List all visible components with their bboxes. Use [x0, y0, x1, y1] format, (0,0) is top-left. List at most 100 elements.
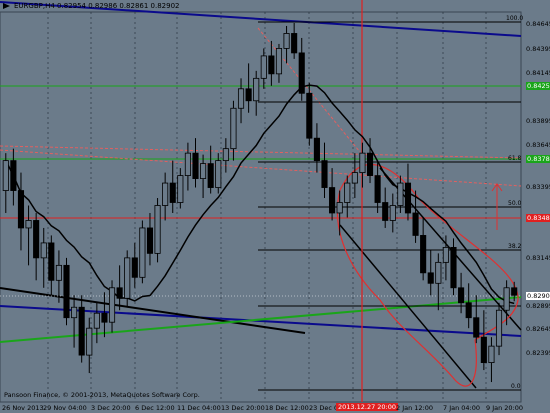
candle-body	[336, 202, 343, 214]
candle-body	[382, 202, 389, 221]
candle-body	[374, 175, 381, 203]
candle-body	[458, 287, 465, 304]
candle-body	[78, 306, 85, 356]
candle-body	[2, 160, 9, 191]
candle-body	[124, 257, 131, 299]
candle-body	[495, 309, 503, 347]
candle-body	[169, 182, 176, 203]
price-tag-green-lower: 0.83788	[526, 155, 550, 163]
candle-body	[93, 312, 100, 329]
time-tick: 2 Jan 12:00	[396, 404, 434, 412]
fibo-label-61-8: 61.8	[508, 155, 522, 162]
candle-body	[33, 220, 40, 259]
time-tick: 11 Dec 04:00	[177, 404, 221, 412]
candle-body	[450, 246, 457, 289]
time-tick: 6 Dec 12:00	[135, 404, 175, 412]
candle-body	[275, 48, 283, 75]
copyright-notice: Pansoon Finance, © 2001-2013, MetaQuotes…	[4, 391, 200, 399]
candle-body	[298, 52, 305, 94]
candle-body	[177, 175, 184, 203]
candle-body	[237, 88, 245, 109]
fibo-label-0: 0.0	[511, 383, 521, 390]
candle-body	[86, 327, 93, 356]
candle-body	[404, 182, 412, 214]
price-tick: 0.82895	[526, 302, 550, 310]
candle-body	[389, 205, 396, 221]
time-tick: 29 Nov 04:00	[43, 404, 87, 412]
candle-body	[359, 152, 366, 173]
candle-body	[313, 137, 320, 162]
price-tick: 0.83395	[526, 183, 550, 191]
candle-body	[329, 187, 336, 214]
price-tag-green-upper: 0.84257	[526, 82, 550, 90]
lower-support-trendline[interactable]	[0, 305, 522, 337]
candle-body	[10, 160, 17, 191]
candle-body	[131, 257, 138, 278]
candle-body	[139, 227, 146, 278]
price-tick: 0.83895	[526, 117, 550, 125]
candle-body	[25, 220, 32, 229]
candle-body	[40, 242, 47, 259]
candle-body	[207, 163, 214, 188]
time-tick: 23 Dec 0	[309, 404, 339, 412]
price-tick: 0.83145	[526, 254, 550, 262]
price-tag-red: 0.83483	[526, 214, 550, 222]
candle-body	[435, 261, 442, 284]
candle-body	[17, 190, 25, 229]
fibonacci-retracement[interactable]	[258, 21, 521, 391]
candle-body	[184, 152, 191, 176]
price-tick: 0.84145	[526, 69, 550, 77]
candle-body	[108, 287, 116, 323]
candle-body	[291, 33, 298, 54]
candle-body	[344, 182, 351, 203]
time-tick: 9 Jan 20:00	[486, 404, 524, 412]
candle-body	[146, 227, 154, 254]
candle-body	[162, 182, 169, 206]
price-tick: 0.84395	[526, 45, 550, 53]
time-tick: 7 Jan 04:00	[443, 404, 481, 412]
candle-body	[412, 212, 419, 236]
time-cursor-label: 2013.12.27 20:00	[336, 403, 399, 411]
time-tick: 26 Nov 2013	[2, 404, 44, 412]
candle-body	[260, 55, 267, 79]
candle-body	[200, 163, 207, 179]
fibo-label-38-2: 38.2	[508, 243, 522, 250]
time-tick: 13 Dec 20:00	[221, 404, 265, 412]
fibo-label-100: 100.0	[506, 15, 524, 22]
candle-body	[473, 317, 480, 338]
candle-body	[101, 312, 108, 323]
candle-body	[465, 302, 472, 319]
candle-body	[154, 205, 161, 254]
chart-window-icon	[3, 3, 10, 9]
green-rising-trendline[interactable]	[0, 296, 522, 343]
candle-body	[351, 172, 358, 184]
candle-body	[442, 246, 449, 263]
price-chart-canvas[interactable]	[0, 0, 550, 413]
price-tick: 0.83645	[526, 141, 550, 149]
candle-body	[283, 33, 290, 49]
candle-body	[321, 160, 328, 188]
fibo-label-50: 50.0	[508, 200, 522, 207]
candles-group	[2, 22, 518, 383]
candle-body	[222, 148, 229, 162]
price-tag-bid: 0.82902	[526, 292, 550, 300]
candle-body	[366, 152, 374, 176]
candle-body	[245, 88, 252, 102]
candle-body	[427, 272, 434, 284]
candle-body	[230, 107, 237, 150]
candle-body	[511, 287, 518, 296]
candle-body	[253, 77, 260, 102]
candle-body	[215, 160, 222, 188]
candle-body	[55, 264, 62, 281]
time-tick: 3 Dec 20:00	[91, 404, 131, 412]
black-descending-trendline[interactable]	[0, 287, 306, 334]
chart-window[interactable]: EURGBP,H4 0.82954 0.82986 0.82861 0.8290…	[0, 0, 550, 413]
candle-body	[71, 306, 78, 319]
candle-body	[116, 287, 123, 299]
candle-body	[306, 92, 313, 139]
candle-body	[48, 242, 55, 281]
price-tick: 0.82395	[526, 349, 550, 357]
candle-body	[268, 55, 275, 75]
symbol-header: EURGBP,H4 0.82954 0.82986 0.82861 0.8290…	[14, 2, 180, 10]
candle-body	[480, 336, 487, 363]
